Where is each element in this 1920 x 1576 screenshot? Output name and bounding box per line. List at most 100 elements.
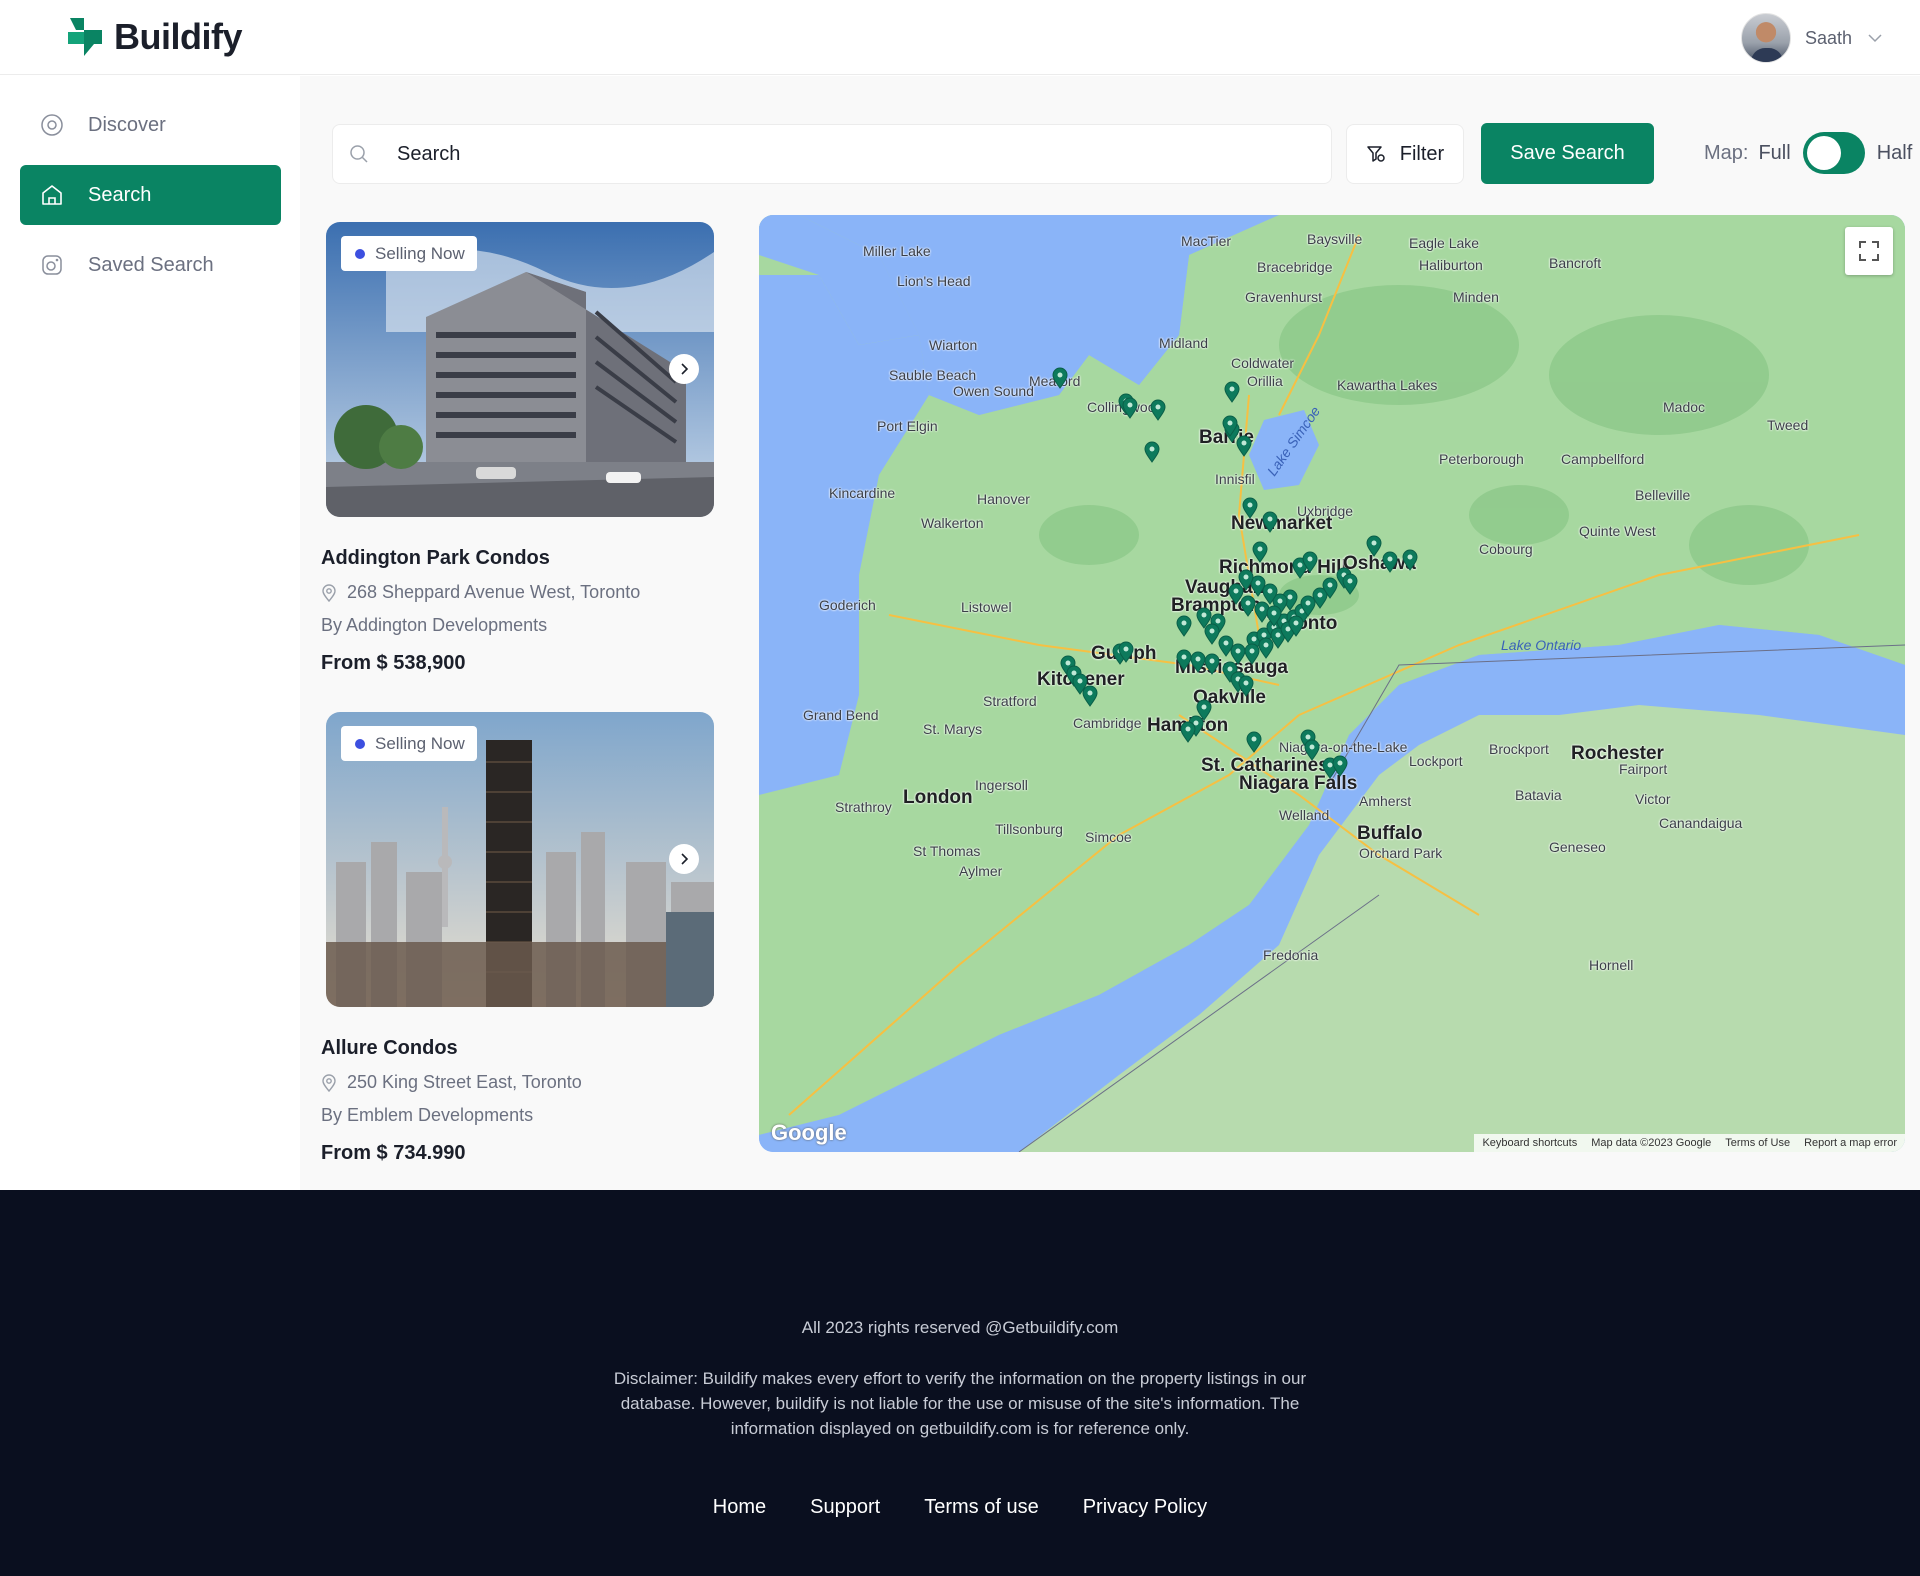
map-size-switch[interactable]: [1802, 132, 1865, 174]
search-input[interactable]: [397, 142, 1297, 166]
save-search-button[interactable]: Save Search: [1481, 123, 1654, 184]
footer-link-privacy[interactable]: Privacy Policy: [1083, 1496, 1207, 1519]
footer-link-terms[interactable]: Terms of use: [924, 1496, 1038, 1519]
compass-icon: [41, 114, 63, 136]
map-view[interactable]: Miller Lake Lion's Head Wiarton Sauble Beac…: [759, 215, 1905, 1152]
sidebar-item-label: Discover: [88, 113, 166, 136]
map-city-label: Baysville: [1307, 231, 1363, 247]
footer-link-support[interactable]: Support: [810, 1496, 880, 1519]
listing-developer: By Addington Developments: [321, 615, 548, 635]
map-size-toggle: Map: Full Half: [1704, 132, 1912, 174]
map-city-label: Lion's Head: [897, 273, 971, 289]
filter-icon: [1367, 146, 1385, 162]
main-content: Filter Save Search Map: Full Half: [300, 76, 1920, 1190]
property-marker[interactable]: [1149, 399, 1167, 421]
map-terms-link[interactable]: Terms of Use: [1725, 1137, 1790, 1149]
property-marker[interactable]: [1121, 397, 1139, 419]
copyright-text: All 2023 rights reserved @Getbuildify.co…: [801, 1318, 1119, 1337]
map-fullscreen-button[interactable]: [1845, 227, 1893, 275]
avatar[interactable]: [1740, 13, 1791, 63]
map-city-label: Grand Bend: [803, 707, 879, 723]
listing-developer: By Emblem Developments: [321, 1105, 534, 1125]
property-marker[interactable]: [1245, 731, 1263, 753]
map-city-label: Uxbridge: [1297, 503, 1354, 519]
map-city-label: Orchard Park: [1359, 845, 1443, 861]
property-marker[interactable]: [1287, 615, 1305, 637]
home-icon: [42, 185, 62, 205]
search-bar[interactable]: [332, 124, 1332, 184]
property-marker[interactable]: [1175, 615, 1193, 637]
map-city-label: Wiarton: [929, 337, 978, 353]
listing-title[interactable]: Addington Park Condos: [321, 547, 721, 570]
map-half-label[interactable]: Half: [1877, 142, 1913, 165]
chevron-down-icon[interactable]: [1866, 29, 1884, 47]
map-attribution: Keyboard shortcuts Map data ©2023 Google…: [1474, 1134, 1905, 1152]
disclaimer-text: Disclaimer: Buildify makes every effort …: [613, 1369, 1307, 1438]
map-city-label: Belleville: [1635, 487, 1691, 503]
map-city-label: Tweed: [1767, 417, 1809, 433]
map-city-label: Minden: [1453, 289, 1499, 305]
keyboard-shortcuts-link[interactable]: Keyboard shortcuts: [1482, 1137, 1577, 1149]
map-city-label: Sauble Beach: [889, 367, 977, 383]
status-badge: Selling Now: [341, 726, 477, 761]
next-image-button[interactable]: [669, 354, 699, 384]
property-marker[interactable]: [1341, 573, 1359, 595]
property-marker[interactable]: [1251, 541, 1269, 563]
google-logo: Google: [771, 1120, 847, 1145]
filter-button[interactable]: Filter: [1346, 124, 1464, 184]
sidebar-item-saved-search[interactable]: Saved Search: [20, 235, 281, 295]
property-marker[interactable]: [1401, 549, 1419, 571]
saved-search-icon: [42, 255, 62, 275]
listing-card[interactable]: Selling Now Addington Park Condos 268 Sh…: [321, 222, 721, 675]
property-marker[interactable]: [1241, 497, 1259, 519]
brand-logo[interactable]: Buildify: [66, 16, 243, 58]
status-badge-label: Selling Now: [375, 243, 465, 263]
switch-knob: [1806, 136, 1841, 170]
user-menu[interactable]: Saath: [1740, 13, 1884, 63]
property-marker[interactable]: [1235, 435, 1253, 457]
map-city-label: Hanover: [977, 491, 1030, 507]
footer-link-home[interactable]: Home: [713, 1496, 766, 1519]
footer-nav: Home Support Terms of use Privacy Policy: [0, 1496, 1920, 1519]
listing-address: 268 Sheppard Avenue West, Toronto: [321, 582, 721, 603]
map-city-label: Welland: [1279, 807, 1330, 823]
sidebar-item-label: Saved Search: [88, 253, 214, 276]
property-marker[interactable]: [1221, 415, 1239, 437]
map-city-label: Bracebridge: [1257, 259, 1333, 275]
listing-card[interactable]: Selling Now Allure Condos 250 King Stree…: [321, 712, 721, 1165]
property-marker[interactable]: [1237, 675, 1255, 697]
report-map-error-link[interactable]: Report a map error: [1804, 1137, 1897, 1149]
listing-address-text: 250 King Street East, Toronto: [347, 1072, 582, 1092]
map-city-label: Cobourg: [1479, 541, 1533, 557]
listing-image[interactable]: Selling Now: [326, 712, 714, 1007]
map-city-label: Campbellford: [1561, 451, 1645, 467]
listing-title[interactable]: Allure Condos: [321, 1037, 721, 1060]
property-marker[interactable]: [1179, 721, 1197, 743]
listing-image[interactable]: Selling Now: [326, 222, 714, 517]
sidebar-item-discover[interactable]: Discover: [20, 95, 281, 155]
map-city-label: Madoc: [1663, 399, 1706, 415]
property-marker[interactable]: [1117, 641, 1135, 663]
map-city-label: Listowel: [961, 599, 1012, 615]
property-marker[interactable]: [1223, 381, 1241, 403]
map-full-label[interactable]: Full: [1758, 142, 1790, 165]
property-marker[interactable]: [1143, 441, 1161, 463]
sidebar: Discover Search Saved Search: [0, 76, 300, 1176]
property-marker[interactable]: [1331, 755, 1349, 777]
map-city-label: Eagle Lake: [1409, 235, 1480, 251]
sidebar-item-search[interactable]: Search: [20, 165, 281, 225]
property-marker[interactable]: [1301, 551, 1319, 573]
location-pin-icon: [322, 583, 336, 602]
property-marker[interactable]: [1081, 685, 1099, 707]
map-city-label: Walkerton: [921, 515, 984, 531]
map-city-label: Victor: [1635, 791, 1671, 807]
map-base: [759, 215, 1905, 1152]
property-marker[interactable]: [1303, 739, 1321, 761]
property-marker[interactable]: [1051, 367, 1069, 389]
status-dot: [355, 248, 365, 259]
map-city-label: Ingersoll: [975, 777, 1028, 793]
property-marker[interactable]: [1381, 551, 1399, 573]
map-toggle-label: Map:: [1704, 141, 1749, 164]
property-marker[interactable]: [1261, 511, 1279, 533]
next-image-button[interactable]: [669, 844, 699, 874]
